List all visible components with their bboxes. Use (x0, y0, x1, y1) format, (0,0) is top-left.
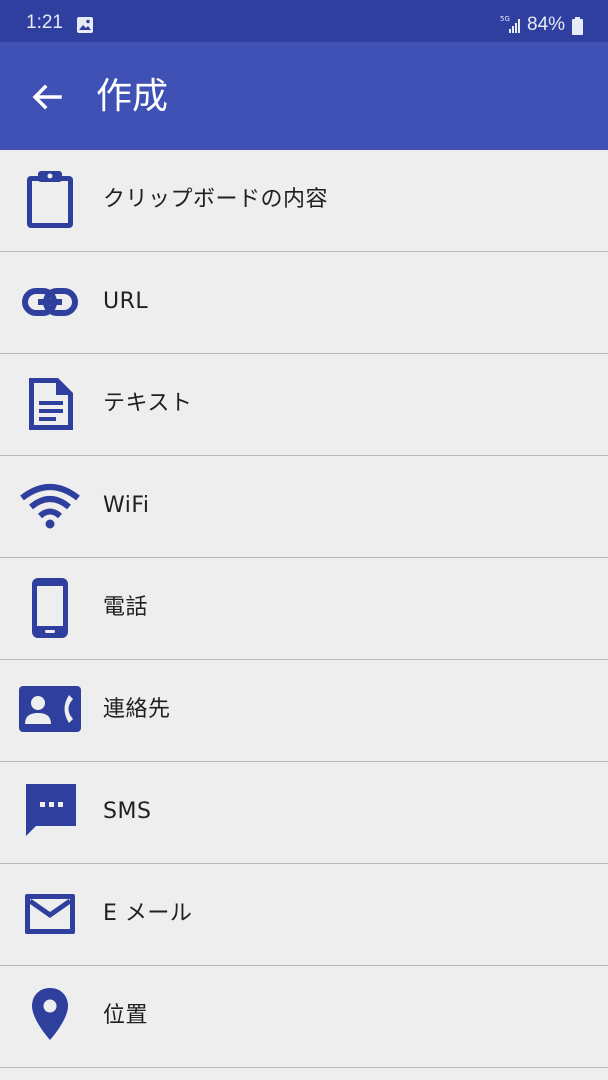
battery-icon (572, 17, 583, 35)
status-time: 1:21 (26, 12, 63, 33)
image-notification-icon (77, 17, 93, 33)
menu-item-label: クリップボードの内容 (103, 187, 329, 212)
menu-item-text[interactable]: テキスト (0, 354, 608, 456)
network-label: 5G (500, 15, 510, 23)
link-icon (18, 270, 82, 334)
menu-item-sms[interactable]: SMS (0, 762, 608, 864)
menu-item-location[interactable]: 位置 (0, 966, 608, 1068)
menu-item-label: 連絡先 (103, 697, 171, 722)
email-icon (18, 882, 82, 946)
menu-item-label: SMS (103, 799, 152, 824)
document-icon (18, 372, 82, 436)
phone-icon (18, 576, 82, 640)
menu-item-email[interactable]: E メール (0, 864, 608, 966)
menu-item-phone[interactable]: 電話 (0, 558, 608, 660)
menu-item-label: URL (103, 289, 149, 314)
menu-item-label: 電話 (103, 595, 149, 620)
app-bar: 作成 (0, 42, 608, 150)
arrow-back-icon[interactable] (30, 80, 64, 114)
create-menu-list: クリップボードの内容 URL テキスト WiFi 電話 連絡先 SMS E メー… (0, 150, 608, 1068)
menu-item-label: テキスト (103, 391, 193, 416)
wifi-icon (18, 474, 82, 538)
menu-item-url[interactable]: URL (0, 252, 608, 354)
location-pin-icon (18, 984, 82, 1048)
menu-item-label: WiFi (103, 493, 150, 518)
clipboard-icon (18, 168, 82, 232)
signal-5g-icon: 5G (500, 15, 520, 33)
menu-item-wifi[interactable]: WiFi (0, 456, 608, 558)
battery-level: 84% (527, 14, 566, 35)
menu-item-clipboard[interactable]: クリップボードの内容 (0, 150, 608, 252)
page-title: 作成 (96, 76, 169, 117)
menu-item-contact[interactable]: 連絡先 (0, 660, 608, 762)
status-bar: 1:21 5G 84% (0, 0, 608, 42)
sms-icon (18, 780, 82, 844)
menu-item-label: E メール (103, 901, 193, 926)
contact-card-icon (18, 678, 82, 742)
menu-item-label: 位置 (103, 1003, 149, 1028)
